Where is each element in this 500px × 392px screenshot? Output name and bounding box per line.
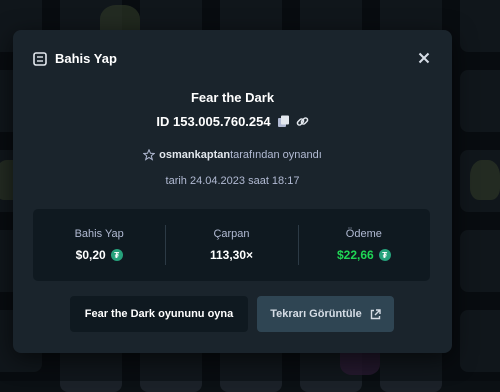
link-icon[interactable] xyxy=(296,115,309,128)
view-replay-label: Tekrarı Görüntüle xyxy=(270,308,362,320)
tether-icon: ₮ xyxy=(110,249,123,261)
play-game-button[interactable]: Fear the Dark oyununu oyna xyxy=(70,296,248,332)
stat-payout-value-row: $22,66 ₮ xyxy=(337,248,391,262)
stat-payout: Ödeme $22,66 ₮ xyxy=(297,209,430,281)
view-replay-button[interactable]: Tekrarı Görüntüle xyxy=(257,296,394,332)
close-icon[interactable] xyxy=(416,50,432,66)
player-name[interactable]: osmankaptan xyxy=(159,149,230,161)
stat-bet: Bahis Yap $0,20 ₮ xyxy=(33,209,165,281)
game-name: Fear the Dark xyxy=(190,90,275,105)
star-icon xyxy=(143,149,156,161)
bet-date: tarih 24.04.2023 saat 18:17 xyxy=(165,175,300,187)
bet-id-row: ID 153.005.760.254 xyxy=(13,114,452,129)
tether-icon: ₮ xyxy=(378,249,391,261)
bet-details-modal: Bahis Yap Fear the Dark ID 153.005.760.2… xyxy=(13,30,452,353)
stat-payout-label: Ödeme xyxy=(345,228,382,240)
player-row: osmankaptan tarafından oynandı xyxy=(13,149,452,161)
stat-bet-value: $0,20 xyxy=(75,248,106,262)
bet-stats-panel: Bahis Yap $0,20 ₮ Çarpan 113,30× Ödeme $… xyxy=(33,209,430,281)
stat-bet-label: Bahis Yap xyxy=(74,228,124,240)
stat-multiplier-label: Çarpan xyxy=(213,228,250,240)
copy-icon[interactable] xyxy=(277,115,290,128)
stat-multiplier: Çarpan 113,30× xyxy=(165,209,297,281)
played-by-text: tarafından oynandı xyxy=(230,149,322,161)
play-game-label: Fear the Dark oyununu oyna xyxy=(84,308,234,320)
stat-bet-value-row: $0,20 ₮ xyxy=(76,248,123,262)
modal-title: Bahis Yap xyxy=(55,51,117,66)
external-link-icon xyxy=(370,308,381,319)
stat-multiplier-value: 113,30× xyxy=(209,248,254,262)
modal-header: Bahis Yap xyxy=(33,51,117,66)
bet-slip-icon xyxy=(33,51,47,66)
stat-payout-value: $22,66 xyxy=(336,248,374,262)
bet-id: ID 153.005.760.254 xyxy=(156,114,271,129)
